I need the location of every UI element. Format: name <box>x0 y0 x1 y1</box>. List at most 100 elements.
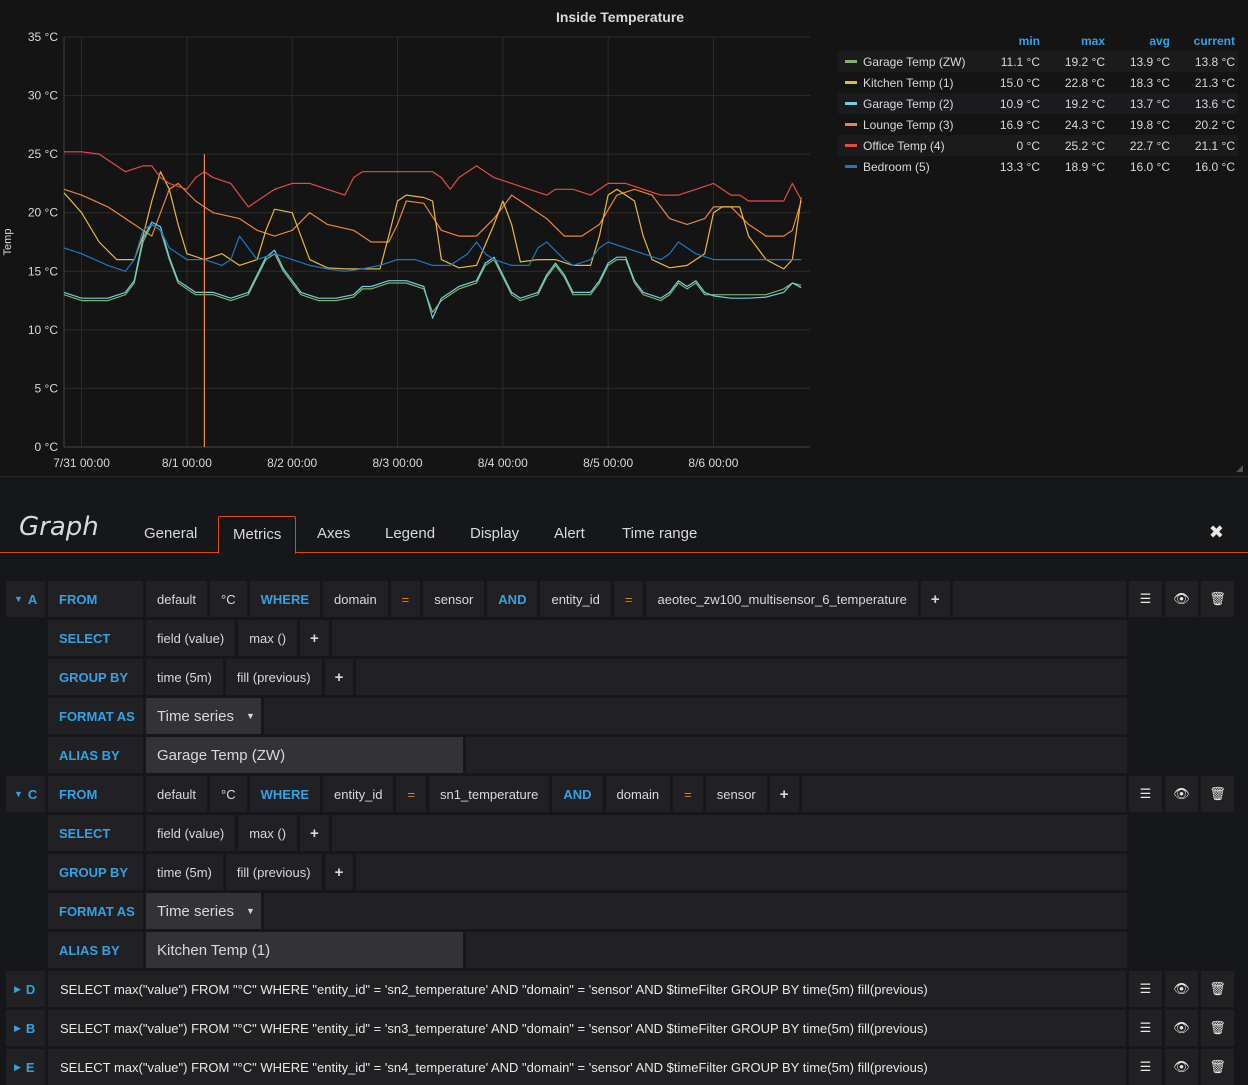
query-ref-id: C <box>27 786 38 802</box>
tag-value[interactable]: sn1_temperature <box>429 776 550 812</box>
condition-and[interactable]: AND <box>552 776 603 812</box>
add-group-button[interactable]: + <box>324 854 354 890</box>
legend-series-name[interactable]: Garage Temp (2) <box>838 97 977 111</box>
condition-and[interactable]: AND <box>487 581 538 617</box>
tag-key[interactable]: domain <box>323 581 388 617</box>
raw-query-text[interactable]: SELECT max("value") FROM "°C" WHERE "ent… <box>48 1049 1126 1085</box>
trash-icon[interactable]: 🗑 <box>1201 1010 1234 1046</box>
legend-value-max: 24.3 °C <box>1064 117 1105 132</box>
format-select[interactable]: Time series ▼ <box>146 698 261 734</box>
hamburger-menu-icon[interactable]: ☰ <box>1129 1049 1162 1085</box>
group-time[interactable]: time (5m) <box>146 854 223 890</box>
trash-icon[interactable]: 🗑 <box>1201 971 1234 1007</box>
legend-series-name[interactable]: Lounge Temp (3) <box>838 118 977 132</box>
query-b-toggle[interactable]: ▶ B <box>6 1010 45 1046</box>
legend-label: Kitchen Temp (1) <box>863 75 954 90</box>
tab-time-range[interactable]: Time range <box>608 516 711 553</box>
add-condition-button[interactable]: + <box>920 581 950 617</box>
legend-header-avg[interactable]: avg <box>1107 34 1172 51</box>
tag-operator[interactable]: = <box>613 581 644 617</box>
legend-swatch[interactable] <box>845 81 857 84</box>
add-select-button[interactable]: + <box>300 620 329 656</box>
query-c-select-row: SELECT field (value) max () + <box>48 815 1127 851</box>
eye-icon[interactable]: 👁 <box>1165 971 1198 1007</box>
legend-series-name[interactable]: Garage Temp (ZW) <box>838 55 977 69</box>
tag-operator[interactable]: = <box>673 776 703 812</box>
legend-header-current[interactable]: current <box>1172 34 1237 51</box>
legend-swatch[interactable] <box>845 165 857 168</box>
from-label: FROM <box>48 581 143 617</box>
resize-handle-icon[interactable]: ◢ <box>1236 464 1244 473</box>
legend-row[interactable]: Lounge Temp (3) 16.9 °C 24.3 °C 19.8 °C 20.2… <box>838 114 1238 135</box>
group-fill[interactable]: fill (previous) <box>225 854 322 890</box>
legend-series-name[interactable]: Office Temp (4) <box>838 139 977 153</box>
trash-icon[interactable]: 🗑 <box>1201 776 1234 812</box>
eye-icon[interactable]: 👁 <box>1165 1010 1198 1046</box>
query-e-toggle[interactable]: ▶ E <box>6 1049 45 1085</box>
tab-metrics[interactable]: Metrics <box>218 516 297 554</box>
tag-operator[interactable]: = <box>390 581 421 617</box>
tag-value[interactable]: sensor <box>705 776 767 812</box>
legend-series-name[interactable]: Bedroom (5) <box>838 160 977 174</box>
select-aggregation[interactable]: max () <box>238 815 298 851</box>
select-field[interactable]: field (value) <box>146 620 236 656</box>
chart-canvas[interactable]: 0 °C 5 °C 10 °C 15 °C 20 °C 25 °C 30 °C 35 °C 7/… <box>0 0 830 477</box>
alias-input[interactable]: Garage Temp (ZW) <box>146 737 463 773</box>
retention-policy[interactable]: default <box>146 581 208 617</box>
legend-swatch[interactable] <box>845 144 857 147</box>
legend-swatch[interactable] <box>845 102 857 105</box>
legend-value-min: 13.3 °C <box>999 159 1040 174</box>
close-icon[interactable]: ✖ <box>1209 522 1224 543</box>
group-fill[interactable]: fill (previous) <box>225 659 322 695</box>
add-condition-button[interactable]: + <box>769 776 799 812</box>
legend-header-min[interactable]: min <box>977 34 1042 51</box>
tag-key[interactable]: entity_id <box>540 581 611 617</box>
trash-icon[interactable]: 🗑 <box>1201 581 1234 617</box>
tab-general[interactable]: General <box>130 516 211 553</box>
tag-key[interactable]: domain <box>605 776 671 812</box>
measurement[interactable]: °C <box>210 776 247 812</box>
legend-header-max[interactable]: max <box>1042 34 1107 51</box>
legend-series-name[interactable]: Kitchen Temp (1) <box>838 76 977 90</box>
tab-display[interactable]: Display <box>456 516 533 553</box>
eye-icon[interactable]: 👁 <box>1165 776 1198 812</box>
tag-value[interactable]: sensor <box>423 581 485 617</box>
legend-row[interactable]: Garage Temp (2) 10.9 °C 19.2 °C 13.7 °C 13.6… <box>838 93 1238 114</box>
retention-policy[interactable]: default <box>146 776 208 812</box>
tag-operator[interactable]: = <box>396 776 427 812</box>
legend-row[interactable]: Garage Temp (ZW) 11.1 °C 19.2 °C 13.9 °C 13.… <box>838 51 1238 72</box>
legend-swatch[interactable] <box>845 123 857 126</box>
select-aggregation[interactable]: max () <box>238 620 298 656</box>
query-d-toggle[interactable]: ▶ D <box>6 971 45 1007</box>
legend-row[interactable]: Kitchen Temp (1) 15.0 °C 22.8 °C 18.3 °C 21.… <box>838 72 1238 93</box>
query-a-toggle[interactable]: ▼ A <box>6 581 45 617</box>
query-ref-id: B <box>25 1020 36 1036</box>
hamburger-menu-icon[interactable]: ☰ <box>1129 776 1162 812</box>
tab-alert[interactable]: Alert <box>540 516 599 553</box>
eye-icon[interactable]: 👁 <box>1165 1049 1198 1085</box>
query-c-toggle[interactable]: ▼ C <box>6 776 45 812</box>
format-select[interactable]: Time series ▼ <box>146 893 261 929</box>
tag-key[interactable]: entity_id <box>323 776 394 812</box>
raw-query-text[interactable]: SELECT max("value") FROM "°C" WHERE "ent… <box>48 971 1126 1007</box>
select-field[interactable]: field (value) <box>146 815 236 851</box>
group-time[interactable]: time (5m) <box>146 659 223 695</box>
legend-swatch[interactable] <box>845 60 857 63</box>
add-group-button[interactable]: + <box>324 659 354 695</box>
eye-icon[interactable]: 👁 <box>1165 581 1198 617</box>
query-c-format-row: FORMAT AS Time series ▼ <box>48 893 1127 929</box>
hamburger-menu-icon[interactable]: ☰ <box>1129 1010 1162 1046</box>
trash-icon[interactable]: 🗑 <box>1201 1049 1234 1085</box>
tab-legend[interactable]: Legend <box>371 516 449 553</box>
hamburger-menu-icon[interactable]: ☰ <box>1129 581 1162 617</box>
add-select-button[interactable]: + <box>300 815 329 851</box>
legend-row[interactable]: Office Temp (4) 0 °C 25.2 °C 22.7 °C 21.1 °C <box>838 135 1238 156</box>
alias-input[interactable]: Kitchen Temp (1) <box>146 932 463 968</box>
hamburger-menu-icon[interactable]: ☰ <box>1129 971 1162 1007</box>
legend-row[interactable]: Bedroom (5) 13.3 °C 18.9 °C 16.0 °C 16.0 °C <box>838 156 1238 177</box>
legend-value-min: 10.9 °C <box>999 96 1040 111</box>
measurement[interactable]: °C <box>210 581 247 617</box>
tag-value[interactable]: aeotec_zw100_multisensor_6_temperature <box>646 581 918 617</box>
raw-query-text[interactable]: SELECT max("value") FROM "°C" WHERE "ent… <box>48 1010 1126 1046</box>
tab-axes[interactable]: Axes <box>303 516 364 553</box>
